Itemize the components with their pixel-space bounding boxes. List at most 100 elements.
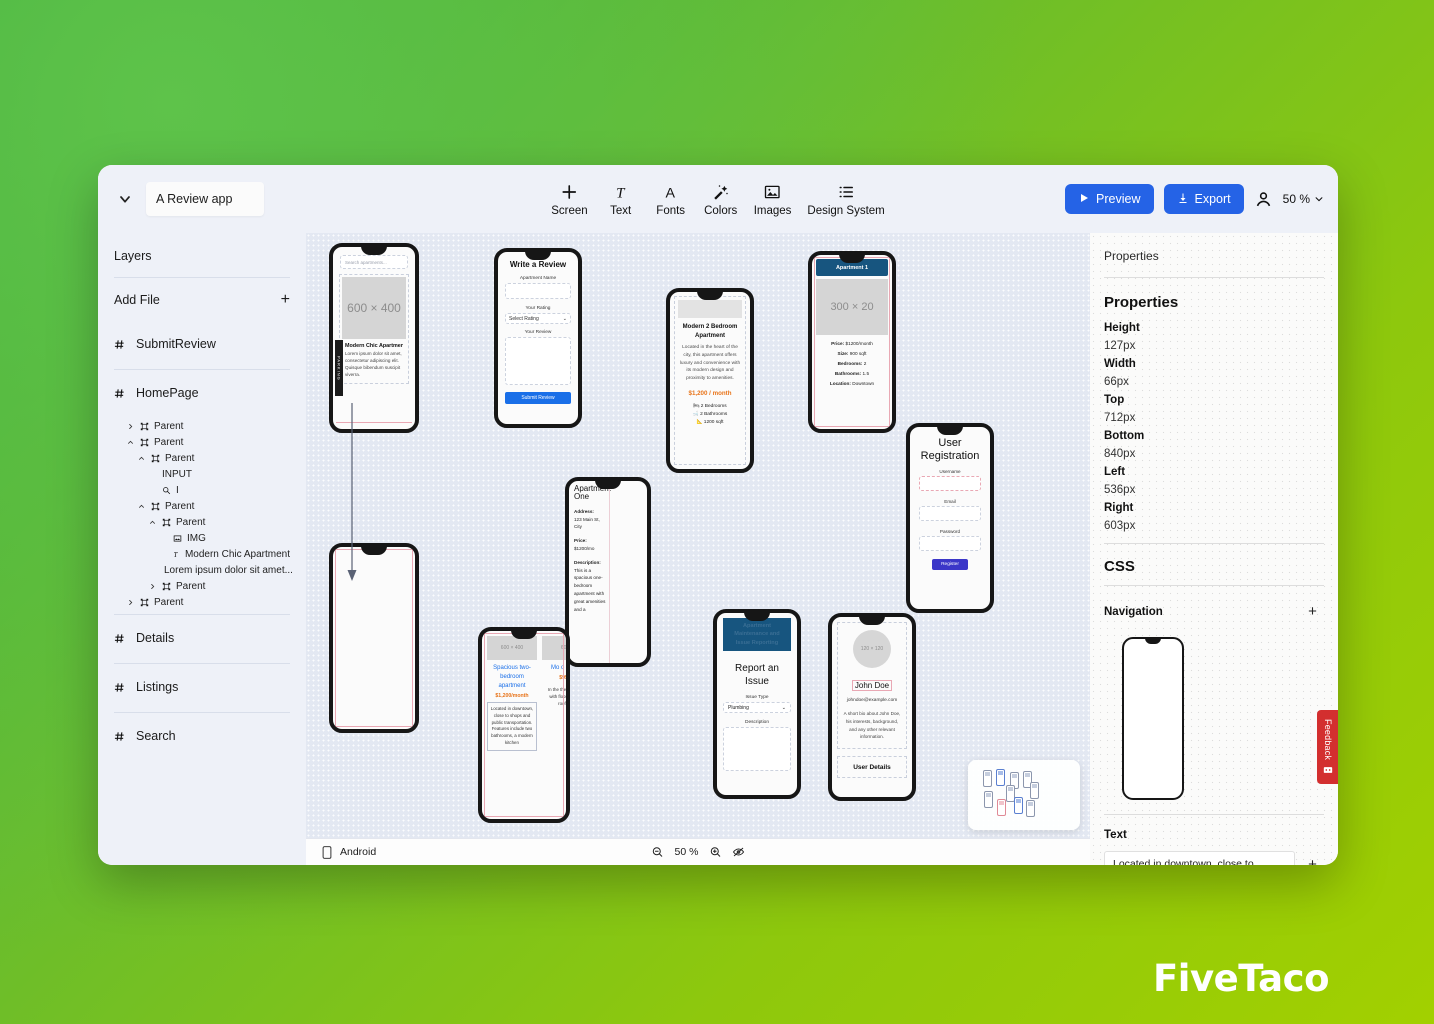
- minimap-thumb: [997, 799, 1006, 816]
- screen-apartment-one[interactable]: Apartment One Address: 123 Main St, City …: [565, 477, 651, 667]
- table-row: Size: 900 sqft: [837, 351, 867, 356]
- frame-icon: [151, 502, 160, 511]
- register-button[interactable]: Register: [932, 559, 968, 571]
- property-value: 712px: [1104, 412, 1136, 424]
- review-title: Write a Review: [509, 260, 567, 269]
- layer-tree-node[interactable]: T Modern Chic Apartment: [114, 546, 290, 562]
- apartment-name-input[interactable]: [505, 283, 571, 299]
- issue-type-select[interactable]: Plumbing ⌄: [723, 702, 791, 713]
- tool-colors[interactable]: Colors: [704, 182, 738, 217]
- home-hero-image-label: 600 × 400: [347, 301, 401, 315]
- chevron-right-icon[interactable]: [126, 423, 135, 430]
- chevron-down-icon[interactable]: [148, 519, 157, 526]
- canvas-statusbar: Android 50 %: [306, 838, 1090, 865]
- platform-indicator[interactable]: Android: [322, 845, 376, 859]
- table-row: Bathrooms: 1.5: [834, 371, 870, 376]
- description-textarea[interactable]: [723, 727, 791, 771]
- zoom-selector[interactable]: 50 %: [1283, 192, 1324, 206]
- layer-tree-node[interactable]: Parent: [114, 578, 290, 594]
- add-navigation-button[interactable]: +: [1301, 600, 1324, 623]
- add-text-button[interactable]: +: [1301, 853, 1324, 866]
- plus-icon: [560, 182, 578, 202]
- bath-icon: 🛁: [692, 411, 699, 417]
- user-details-button[interactable]: User Details: [837, 756, 907, 779]
- tool-design-system[interactable]: Design System: [807, 182, 885, 217]
- layer-tree-node[interactable]: Parent: [114, 434, 290, 450]
- design-canvas[interactable]: Search apartments... 600 × 400 Modern Ch…: [306, 233, 1090, 838]
- tool-screen[interactable]: Screen: [551, 182, 588, 217]
- screen-blank[interactable]: [329, 543, 419, 733]
- selection-guide: [609, 481, 610, 663]
- property-row: Right 603px: [1104, 499, 1324, 535]
- add-file-plus-icon[interactable]: +: [281, 292, 290, 308]
- username-label: Username: [939, 469, 961, 475]
- sidebar-item-search[interactable]: Search: [114, 713, 290, 761]
- search-input[interactable]: Search apartments...: [340, 255, 408, 269]
- screen-listings[interactable]: 600 × 400 Spacious two-bedroom apartment…: [478, 627, 570, 823]
- collapse-chevron-icon[interactable]: [112, 186, 138, 212]
- table-row: Bedrooms: 2: [837, 361, 867, 366]
- zoom-controls: 50 %: [652, 846, 745, 858]
- email-input[interactable]: [919, 506, 981, 522]
- chevron-right-icon[interactable]: [126, 599, 135, 606]
- export-button[interactable]: Export: [1163, 184, 1244, 214]
- layer-tree-node[interactable]: Parent: [114, 418, 290, 434]
- minimap-thumb: [984, 791, 993, 808]
- layer-tree-node[interactable]: INPUT: [114, 466, 290, 482]
- preview-button[interactable]: Preview: [1065, 184, 1154, 214]
- chevron-down-icon[interactable]: [137, 455, 146, 462]
- navigation-phone-preview[interactable]: [1122, 637, 1184, 800]
- screen-user-registration[interactable]: User Registration Username Email Passwor…: [906, 423, 994, 613]
- property-key: Top: [1104, 394, 1125, 406]
- layer-tree-node-label: Parent: [165, 452, 195, 464]
- zoom-in-icon[interactable]: [709, 846, 721, 858]
- feedback-tab[interactable]: Feedback: [1317, 710, 1338, 784]
- screen-home[interactable]: Search apartments... 600 × 400 Modern Ch…: [329, 243, 419, 433]
- properties-title: Properties: [1104, 294, 1179, 311]
- detail-title: Modern 2 Bedroom Apartment: [682, 324, 738, 339]
- home-card-body: Lorem ipsum dolor sit amet, consectetur …: [345, 351, 402, 377]
- listing-card[interactable]: 600 × 400 Spacious two-bedroom apartment…: [487, 636, 537, 814]
- sidebar-item-submitreview[interactable]: SubmitReview: [114, 321, 290, 369]
- chevron-down-icon[interactable]: [137, 503, 146, 510]
- account-icon[interactable]: [1254, 190, 1273, 209]
- layer-tree-node[interactable]: Parent: [114, 498, 290, 514]
- rating-select[interactable]: Select Rating ⌄: [505, 313, 571, 324]
- sidebar-item-details[interactable]: Details: [114, 615, 290, 663]
- screen-write-review[interactable]: Write a Review Apartment Name Your Ratin…: [494, 248, 582, 428]
- chevron-right-icon[interactable]: [148, 583, 157, 590]
- screen-apartment-detail[interactable]: Modern 2 Bedroom Apartment Located in th…: [666, 288, 754, 473]
- layer-tree-node[interactable]: Parent: [114, 514, 290, 530]
- tool-fonts-label: Fonts: [656, 204, 686, 217]
- username-input[interactable]: [919, 476, 981, 492]
- layer-tree-node[interactable]: IMG: [114, 530, 290, 546]
- add-file-row[interactable]: Add File +: [114, 278, 290, 321]
- layer-tree-node[interactable]: Lorem ipsum dolor sit amet...: [114, 562, 293, 578]
- password-input[interactable]: [919, 536, 981, 552]
- spec-bathrooms: 🛁 2 Bathrooms: [692, 411, 728, 417]
- eye-off-icon[interactable]: [732, 846, 745, 858]
- text-section-header: Text: [1104, 815, 1324, 851]
- submit-review-label: Submit Review: [521, 395, 555, 401]
- screen-report-issue[interactable]: Apartment Maintenance and Issue Reportin…: [713, 609, 801, 799]
- chevron-down-icon: ⌄: [562, 315, 567, 322]
- tool-fonts[interactable]: A Fonts: [654, 182, 688, 217]
- screen-profile[interactable]: 120 × 120 John Doe johndoe@example.com A…: [828, 613, 916, 801]
- text-value-field[interactable]: Located in downtown, close to: [1104, 851, 1295, 865]
- canvas-minimap[interactable]: [968, 760, 1080, 830]
- listing-card[interactable]: 600 Mo o bed l $950 In the the c cozy l …: [542, 636, 566, 814]
- chevron-down-icon[interactable]: [126, 439, 135, 446]
- layer-tree-node[interactable]: Parent: [114, 450, 290, 466]
- project-name-field[interactable]: A Review app: [146, 182, 264, 216]
- layer-tree-node[interactable]: Parent: [114, 594, 290, 610]
- sidebar-item-listings[interactable]: Listings: [114, 664, 290, 712]
- tool-text[interactable]: T Text: [604, 182, 638, 217]
- sidebar-item-homepage[interactable]: HomePage: [114, 370, 290, 418]
- tool-images[interactable]: Images: [754, 182, 791, 217]
- layer-tree-node-label: Modern Chic Apartment: [184, 548, 290, 560]
- zoom-out-icon[interactable]: [652, 846, 664, 858]
- layer-tree-node[interactable]: I: [114, 482, 290, 498]
- review-textarea[interactable]: [505, 337, 571, 385]
- screen-apartment-1[interactable]: Apartment 1 300 × 20 Price: $1200/month …: [808, 251, 896, 433]
- submit-review-button[interactable]: Submit Review: [505, 392, 571, 404]
